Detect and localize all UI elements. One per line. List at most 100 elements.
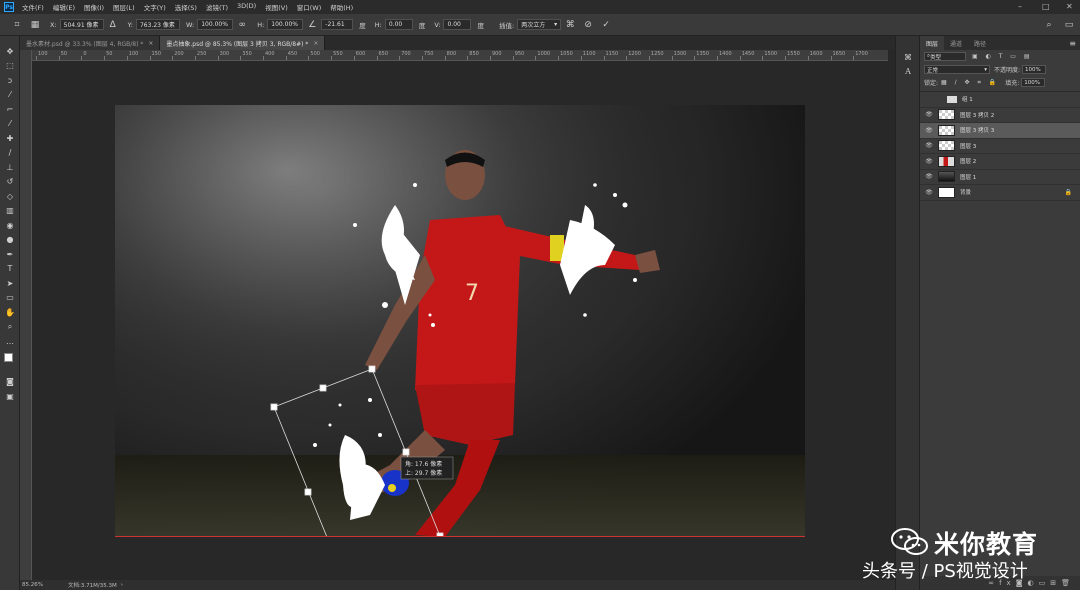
layer-row[interactable]: 👁 图层 1: [920, 170, 1080, 185]
tab-paths[interactable]: 路径: [968, 36, 992, 50]
menu-item[interactable]: 选择(S): [175, 2, 197, 12]
move-tool-icon[interactable]: ✥: [0, 44, 20, 59]
quick-select-tool-icon[interactable]: ⁄: [0, 88, 20, 103]
layer-row[interactable]: 👁 背景 🔒: [920, 185, 1080, 201]
eye-icon[interactable]: 👁: [923, 127, 935, 134]
healing-brush-tool-icon[interactable]: ✚: [0, 131, 20, 146]
history-panel-icon[interactable]: ⌘: [896, 50, 920, 65]
transform-handle[interactable]: [368, 365, 376, 373]
blend-mode-select[interactable]: 正常 ▾: [924, 65, 990, 74]
transform-handle[interactable]: [402, 448, 410, 456]
relative-position-icon[interactable]: Δ: [107, 19, 119, 31]
marquee-tool-icon[interactable]: ⬚: [0, 59, 20, 74]
tab-layers[interactable]: 图层: [920, 36, 945, 50]
height-field[interactable]: 100.00%: [267, 19, 304, 30]
close-icon[interactable]: ✕: [1066, 2, 1073, 11]
y-position-field[interactable]: 763.23 像素: [135, 19, 180, 30]
more-tools-icon[interactable]: …: [0, 334, 20, 349]
screen-mode-icon[interactable]: ▣: [0, 389, 20, 404]
eraser-tool-icon[interactable]: ◇: [0, 189, 20, 204]
opacity-field[interactable]: 100%: [1022, 65, 1047, 74]
menu-item[interactable]: 窗口(W): [297, 2, 322, 12]
eyedropper-tool-icon[interactable]: ⁄: [0, 117, 20, 132]
layer-row[interactable]: 👁 图层 2: [920, 154, 1080, 170]
x-position-field[interactable]: 504.91 像素: [59, 19, 104, 30]
menu-item[interactable]: 文件(F): [22, 2, 44, 12]
menu-item[interactable]: 图像(I): [84, 2, 104, 12]
shape-tool-icon[interactable]: ▭: [0, 291, 20, 306]
new-layer-icon[interactable]: ⊞: [1050, 579, 1061, 587]
interpolation-select[interactable]: 两次立方 ▾: [517, 19, 562, 30]
warp-mode-icon[interactable]: ⌘: [564, 19, 576, 31]
character-panel-icon[interactable]: A: [896, 65, 920, 80]
menu-item[interactable]: 3D(D): [237, 2, 256, 12]
fill-field[interactable]: 100%: [1021, 78, 1046, 87]
menu-item[interactable]: 编辑(E): [53, 2, 75, 12]
lasso-tool-icon[interactable]: ↄ: [0, 73, 20, 88]
link-icon[interactable]: ∞: [236, 19, 248, 31]
layer-row[interactable]: 👁 图层 3: [920, 139, 1080, 154]
vskew-field[interactable]: 0.00: [443, 19, 472, 30]
zoom-tool-icon[interactable]: ⌕: [0, 320, 20, 335]
dodge-tool-icon[interactable]: ●: [0, 233, 20, 248]
reference-point-icon[interactable]: ▦: [29, 19, 41, 31]
color-swatches[interactable]: [0, 349, 19, 375]
close-tab-icon[interactable]: ×: [313, 40, 318, 47]
blur-tool-icon[interactable]: ◉: [0, 218, 20, 233]
layer-row[interactable]: 组 1: [920, 92, 1080, 108]
menu-item[interactable]: 视图(V): [265, 2, 288, 12]
history-brush-tool-icon[interactable]: ↺: [0, 175, 20, 190]
transform-tool-icon[interactable]: ⌗: [11, 19, 23, 31]
crop-tool-icon[interactable]: ⌐: [0, 102, 20, 117]
clone-stamp-tool-icon[interactable]: ⊥: [0, 160, 20, 175]
tab-ink-abstract[interactable]: 墨点抽象.psd @ 85.3% (图层 3 拷贝 3, RGB/8#) * ×: [160, 36, 326, 50]
vertical-ruler: [20, 50, 32, 580]
quick-mask-icon[interactable]: ◙: [0, 375, 20, 390]
maximize-icon[interactable]: □: [1042, 2, 1050, 11]
layer-name: 图层 3: [960, 143, 977, 150]
width-field[interactable]: 100.00%: [197, 19, 234, 30]
search-icon[interactable]: ⌕: [1043, 19, 1055, 31]
filter-icons[interactable]: ▣ ◐ T ▭ ▤: [972, 53, 1033, 60]
hand-tool-icon[interactable]: ✋: [0, 305, 20, 320]
panel-menu-icon[interactable]: ≡: [1069, 39, 1076, 48]
commit-transform-icon[interactable]: ✓: [600, 19, 612, 31]
eye-icon[interactable]: 👁: [923, 158, 935, 165]
ruler-tick: [126, 56, 128, 60]
cancel-transform-icon[interactable]: ⊘: [582, 19, 594, 31]
eye-icon[interactable]: 👁: [923, 111, 935, 118]
menu-item[interactable]: 帮助(H): [330, 2, 353, 12]
menu-item[interactable]: 图层(L): [113, 2, 135, 12]
new-group-icon[interactable]: ▭: [1039, 579, 1051, 587]
eye-icon[interactable]: 👁: [923, 173, 935, 180]
eye-icon[interactable]: 👁: [923, 189, 935, 196]
pen-tool-icon[interactable]: ✒: [0, 247, 20, 262]
workspace-icon[interactable]: ▭: [1063, 19, 1075, 31]
foreground-color-swatch[interactable]: [4, 352, 13, 362]
layer-kind-select[interactable]: ⌕ 类型: [924, 52, 966, 61]
brush-tool-icon[interactable]: ∕: [0, 146, 20, 161]
eye-icon[interactable]: 👁: [923, 142, 935, 149]
lock-icons[interactable]: ▦ ∕ ✥ ⌗ 🔒: [941, 79, 999, 87]
angle-field[interactable]: -21.61: [321, 19, 354, 30]
chevron-right-icon[interactable]: ›: [121, 582, 123, 588]
zoom-level[interactable]: 85.26%: [22, 582, 68, 588]
hskew-field[interactable]: 0.00: [384, 19, 413, 30]
menu-item[interactable]: 文字(Y): [144, 2, 166, 12]
document-canvas[interactable]: 7 角: 17.6 像素 上: 29.7 像素: [115, 105, 805, 537]
type-tool-icon[interactable]: T: [0, 262, 20, 277]
menu-item[interactable]: 滤镜(T): [206, 2, 228, 12]
trash-icon[interactable]: 🗑: [1061, 579, 1075, 587]
adjustment-icon[interactable]: ◐: [1028, 579, 1039, 587]
transform-handle[interactable]: [304, 488, 312, 496]
layer-row[interactable]: 👁 图层 3 拷贝 3: [920, 123, 1080, 139]
gradient-tool-icon[interactable]: ▥: [0, 204, 20, 219]
transform-handle[interactable]: [319, 384, 327, 392]
transform-handle[interactable]: [270, 403, 278, 411]
path-select-tool-icon[interactable]: ➤: [0, 276, 20, 291]
tab-ink-material[interactable]: 墨水素材.psd @ 33.3% (图层 4, RGB/8) * ×: [20, 36, 161, 50]
minimize-icon[interactable]: –: [1018, 2, 1022, 11]
close-tab-icon[interactable]: ×: [148, 40, 153, 47]
tab-channels[interactable]: 通道: [944, 36, 968, 50]
layer-row[interactable]: 👁 图层 3 拷贝 2: [920, 108, 1080, 123]
